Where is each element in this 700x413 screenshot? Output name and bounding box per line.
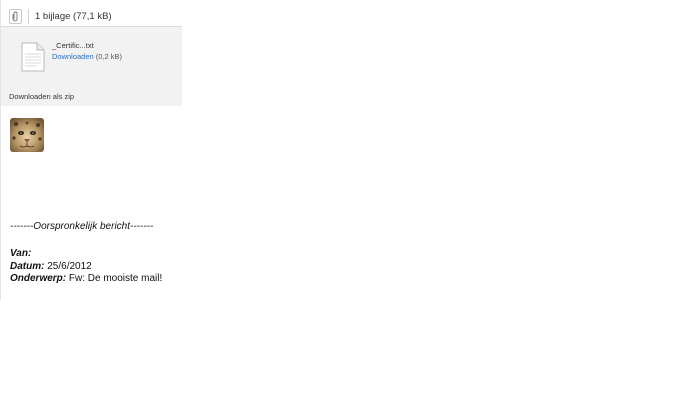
attachment-filename[interactable]: _Certific...txt [52,41,94,50]
subject-label: Onderwerp: [10,273,67,284]
from-line: Van: [10,248,31,259]
header-divider [28,8,29,24]
original-message-separator: -------Oorspronkelijk bericht------- [10,221,154,232]
attachment-count: 1 bijlage (77,1 kB) [35,10,112,22]
subject-line: Onderwerp: Fw: De mooiste mail! [10,273,162,284]
subject-value: Fw: De mooiste mail! [68,273,163,284]
text-file-icon[interactable] [21,42,45,72]
date-line: Datum: 25/6/2012 [10,261,92,272]
snow-leopard-avatar [10,118,44,152]
attachment-links: Downloaden (0,2 kB) [52,52,122,61]
attachment-size: (0,2 kB) [95,52,123,61]
from-label: Van: [10,248,32,259]
download-zip-link[interactable]: Downloaden als zip [9,92,74,101]
paperclip-icon[interactable] [9,8,22,24]
date-label: Datum: [10,261,45,272]
email-viewer: 1 bijlage (77,1 kB) _Certific...txt Down… [0,0,700,413]
download-link[interactable]: Downloaden [52,52,94,61]
attachment-header: 1 bijlage (77,1 kB) [1,6,181,26]
attachment-panel: _Certific...txt Downloaden (0,2 kB) Down… [1,27,182,106]
date-value: 25/6/2012 [47,261,92,272]
